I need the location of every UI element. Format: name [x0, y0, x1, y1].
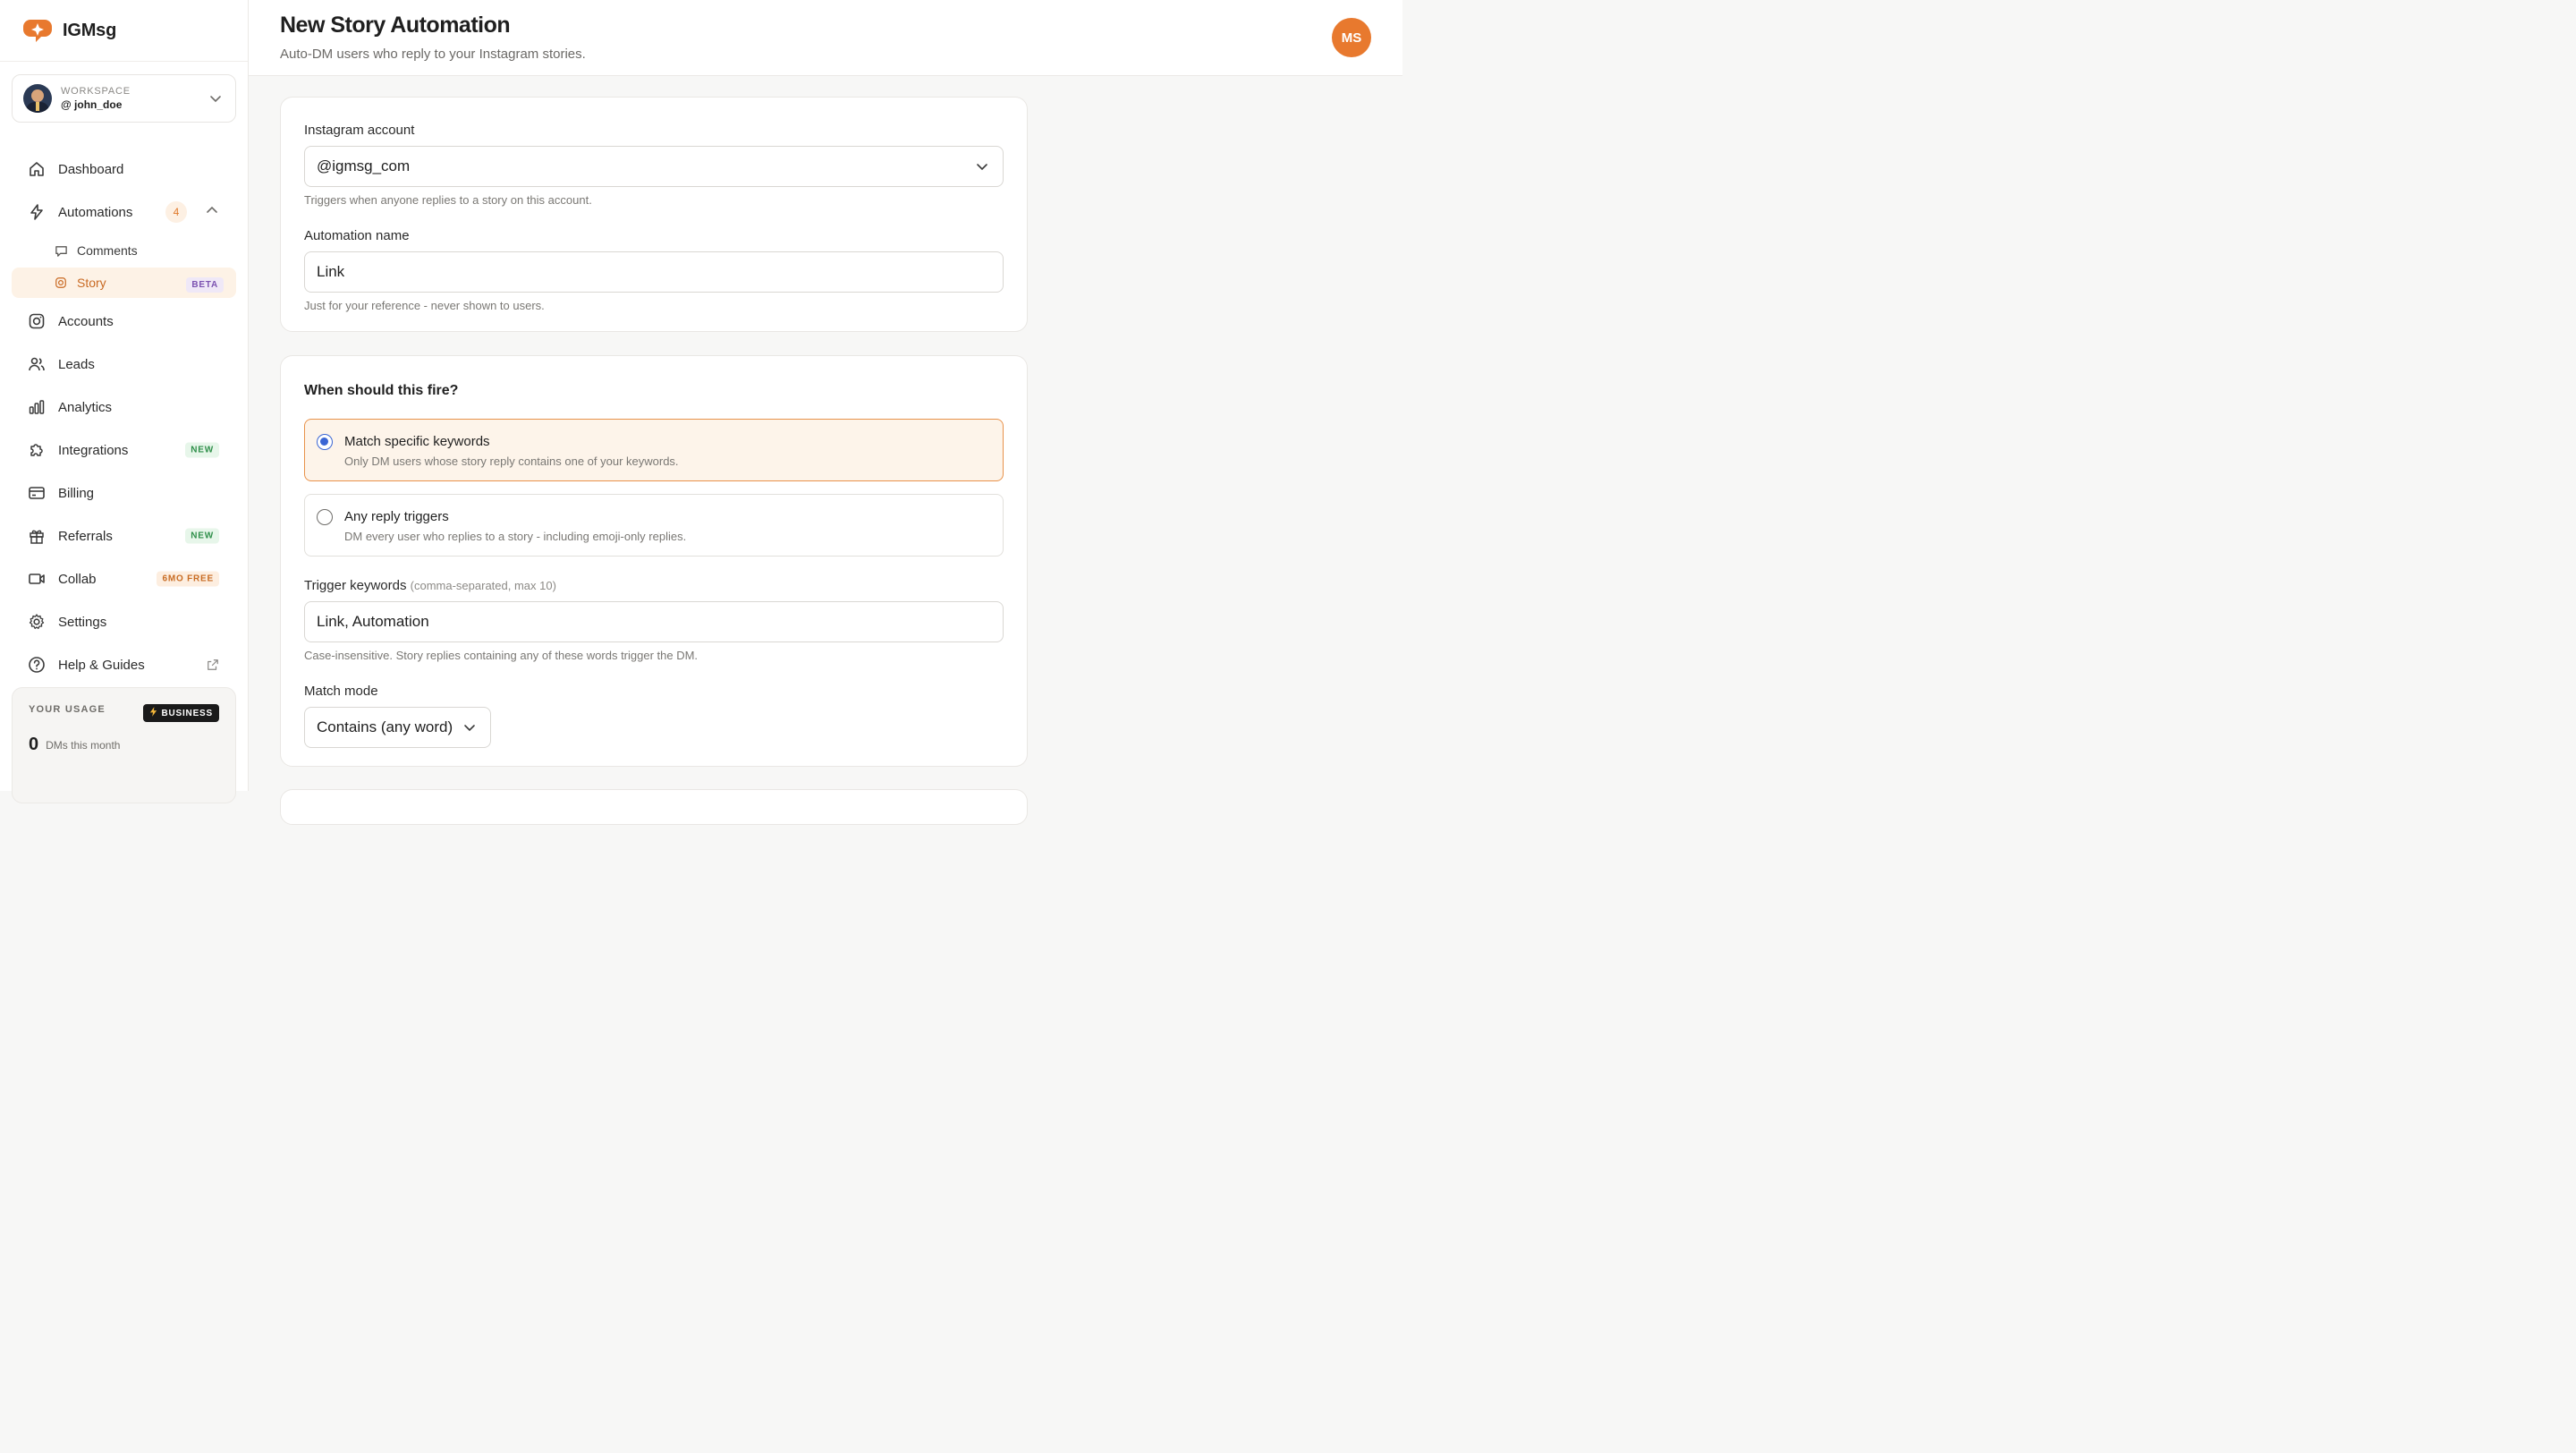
match-mode-value: Contains (any word)	[317, 718, 453, 735]
brand-logo-icon	[21, 14, 54, 47]
usage-card: YOUR USAGE BUSINESS 0 DMs this month	[12, 687, 236, 803]
keywords-value: Link, Automation	[317, 613, 429, 630]
trigger-section-title: When should this fire?	[304, 383, 459, 398]
home-icon	[27, 159, 47, 179]
sidebar-item-collab[interactable]: Collab 6MO FREE	[0, 557, 248, 600]
chevron-down-icon	[462, 720, 477, 739]
instagram-icon	[55, 276, 69, 290]
keywords-input[interactable]: Link, Automation	[304, 601, 1004, 642]
plan-badge: BUSINESS	[143, 704, 219, 722]
user-avatar[interactable]: MS	[1332, 18, 1371, 57]
account-help: Triggers when anyone replies to a story …	[304, 193, 592, 207]
sidebar-item-label: Leads	[58, 356, 95, 372]
chevron-down-icon	[208, 91, 223, 110]
credit-card-icon	[27, 483, 47, 503]
free-badge: 6MO FREE	[157, 571, 219, 587]
keywords-help: Case-insensitive. Story replies containi…	[304, 649, 699, 662]
option-title: Any reply triggers	[344, 509, 449, 524]
video-icon	[27, 569, 47, 589]
page-subtitle: Auto-DM users who reply to your Instagra…	[280, 47, 586, 62]
brand[interactable]: IGMsg	[0, 0, 248, 62]
account-label: Instagram account	[304, 123, 415, 138]
radio-match-keywords[interactable]	[317, 434, 333, 450]
match-mode-label: Match mode	[304, 684, 378, 699]
sidebar-item-dashboard[interactable]: Dashboard	[0, 148, 248, 191]
sidebar-item-label: Referrals	[58, 528, 113, 544]
sidebar-nav: Dashboard Automations 4 Comments Story B…	[0, 148, 248, 686]
account-select-value: @igmsg_com	[317, 157, 411, 174]
sidebar-item-help[interactable]: Help & Guides	[0, 643, 248, 686]
option-desc: Only DM users whose story reply contains…	[344, 455, 679, 468]
sidebar-item-label: Analytics	[58, 399, 113, 415]
chevron-up-icon[interactable]	[205, 203, 219, 221]
sidebar-item-automations[interactable]: Automations 4	[0, 191, 248, 234]
workspace-user: @ john_doe	[61, 98, 123, 111]
match-mode-select[interactable]: Contains (any word)	[304, 707, 491, 748]
automation-name-value: Link	[317, 263, 345, 280]
sidebar-item-label: Accounts	[58, 313, 114, 329]
gear-icon	[27, 612, 47, 632]
keywords-label: Trigger keywords (comma-separated, max 1…	[304, 578, 556, 593]
automation-name-input[interactable]: Link	[304, 251, 1004, 293]
sidebar-item-integrations[interactable]: Integrations NEW	[0, 429, 248, 472]
name-label: Automation name	[304, 228, 410, 243]
sidebar-subitem-story[interactable]: Story BETA	[12, 268, 236, 298]
account-select[interactable]: @igmsg_com	[304, 146, 1004, 187]
next-card	[280, 789, 1028, 825]
instagram-icon	[27, 311, 47, 331]
beta-badge: BETA	[186, 277, 224, 293]
main-content: New Story Automation Auto-DM users who r…	[249, 0, 1402, 825]
sidebar-subitem-label: Story	[77, 276, 106, 290]
sidebar-item-label: Automations	[58, 204, 133, 220]
sidebar-item-analytics[interactable]: Analytics	[0, 386, 248, 429]
option-any-reply[interactable]: Any reply triggers DM every user who rep…	[304, 494, 1004, 557]
lightning-icon	[27, 202, 47, 222]
sidebar: IGMsg WORKSPACE @ john_doe Dashboard Aut…	[0, 0, 249, 803]
trigger-card: When should this fire? Match specific ke…	[280, 355, 1028, 767]
sidebar-item-billing[interactable]: Billing	[0, 472, 248, 514]
sidebar-item-label: Billing	[58, 485, 95, 501]
sidebar-item-referrals[interactable]: Referrals NEW	[0, 514, 248, 557]
name-help: Just for your reference - never shown to…	[304, 299, 545, 312]
workspace-label: WORKSPACE	[61, 86, 131, 97]
users-icon	[27, 354, 47, 374]
workspace-avatar	[23, 84, 52, 113]
option-match-keywords[interactable]: Match specific keywords Only DM users wh…	[304, 419, 1004, 481]
bar-chart-icon	[27, 397, 47, 417]
option-desc: DM every user who replies to a story - i…	[344, 530, 687, 543]
sidebar-item-label: Settings	[58, 614, 107, 630]
puzzle-icon	[27, 440, 47, 460]
lightning-icon	[149, 707, 157, 719]
keywords-hint: (comma-separated, max 10)	[410, 579, 556, 592]
help-circle-icon	[27, 655, 47, 675]
sidebar-item-settings[interactable]: Settings	[0, 600, 248, 643]
sidebar-item-accounts[interactable]: Accounts	[0, 300, 248, 343]
workspace-switcher[interactable]: WORKSPACE @ john_doe	[12, 74, 236, 123]
sidebar-item-label: Help & Guides	[58, 657, 145, 673]
radio-any-reply[interactable]	[317, 509, 333, 525]
external-link-icon	[207, 659, 219, 671]
sidebar-item-label: Dashboard	[58, 161, 124, 177]
sidebar-item-label: Integrations	[58, 442, 129, 458]
automations-count-badge: 4	[165, 201, 187, 223]
usage-count: 0	[29, 735, 39, 754]
new-badge: NEW	[185, 442, 219, 458]
usage-label: DMs this month	[46, 738, 121, 752]
option-title: Match specific keywords	[344, 434, 490, 449]
chevron-down-icon	[975, 159, 989, 178]
account-card: Instagram account @igmsg_com Triggers wh…	[280, 97, 1028, 332]
sidebar-item-leads[interactable]: Leads	[0, 343, 248, 386]
page-header: New Story Automation Auto-DM users who r…	[249, 0, 1402, 76]
comment-icon	[55, 243, 69, 258]
sidebar-item-label: Collab	[58, 571, 97, 587]
app-root: IGMsg WORKSPACE @ john_doe Dashboard Aut…	[0, 0, 1402, 825]
page-title: New Story Automation	[280, 13, 511, 38]
new-badge: NEW	[185, 528, 219, 544]
brand-name: IGMsg	[63, 20, 117, 40]
sidebar-subitem-label: Comments	[77, 243, 138, 258]
gift-icon	[27, 526, 47, 546]
sidebar-subitem-comments[interactable]: Comments	[12, 235, 236, 266]
